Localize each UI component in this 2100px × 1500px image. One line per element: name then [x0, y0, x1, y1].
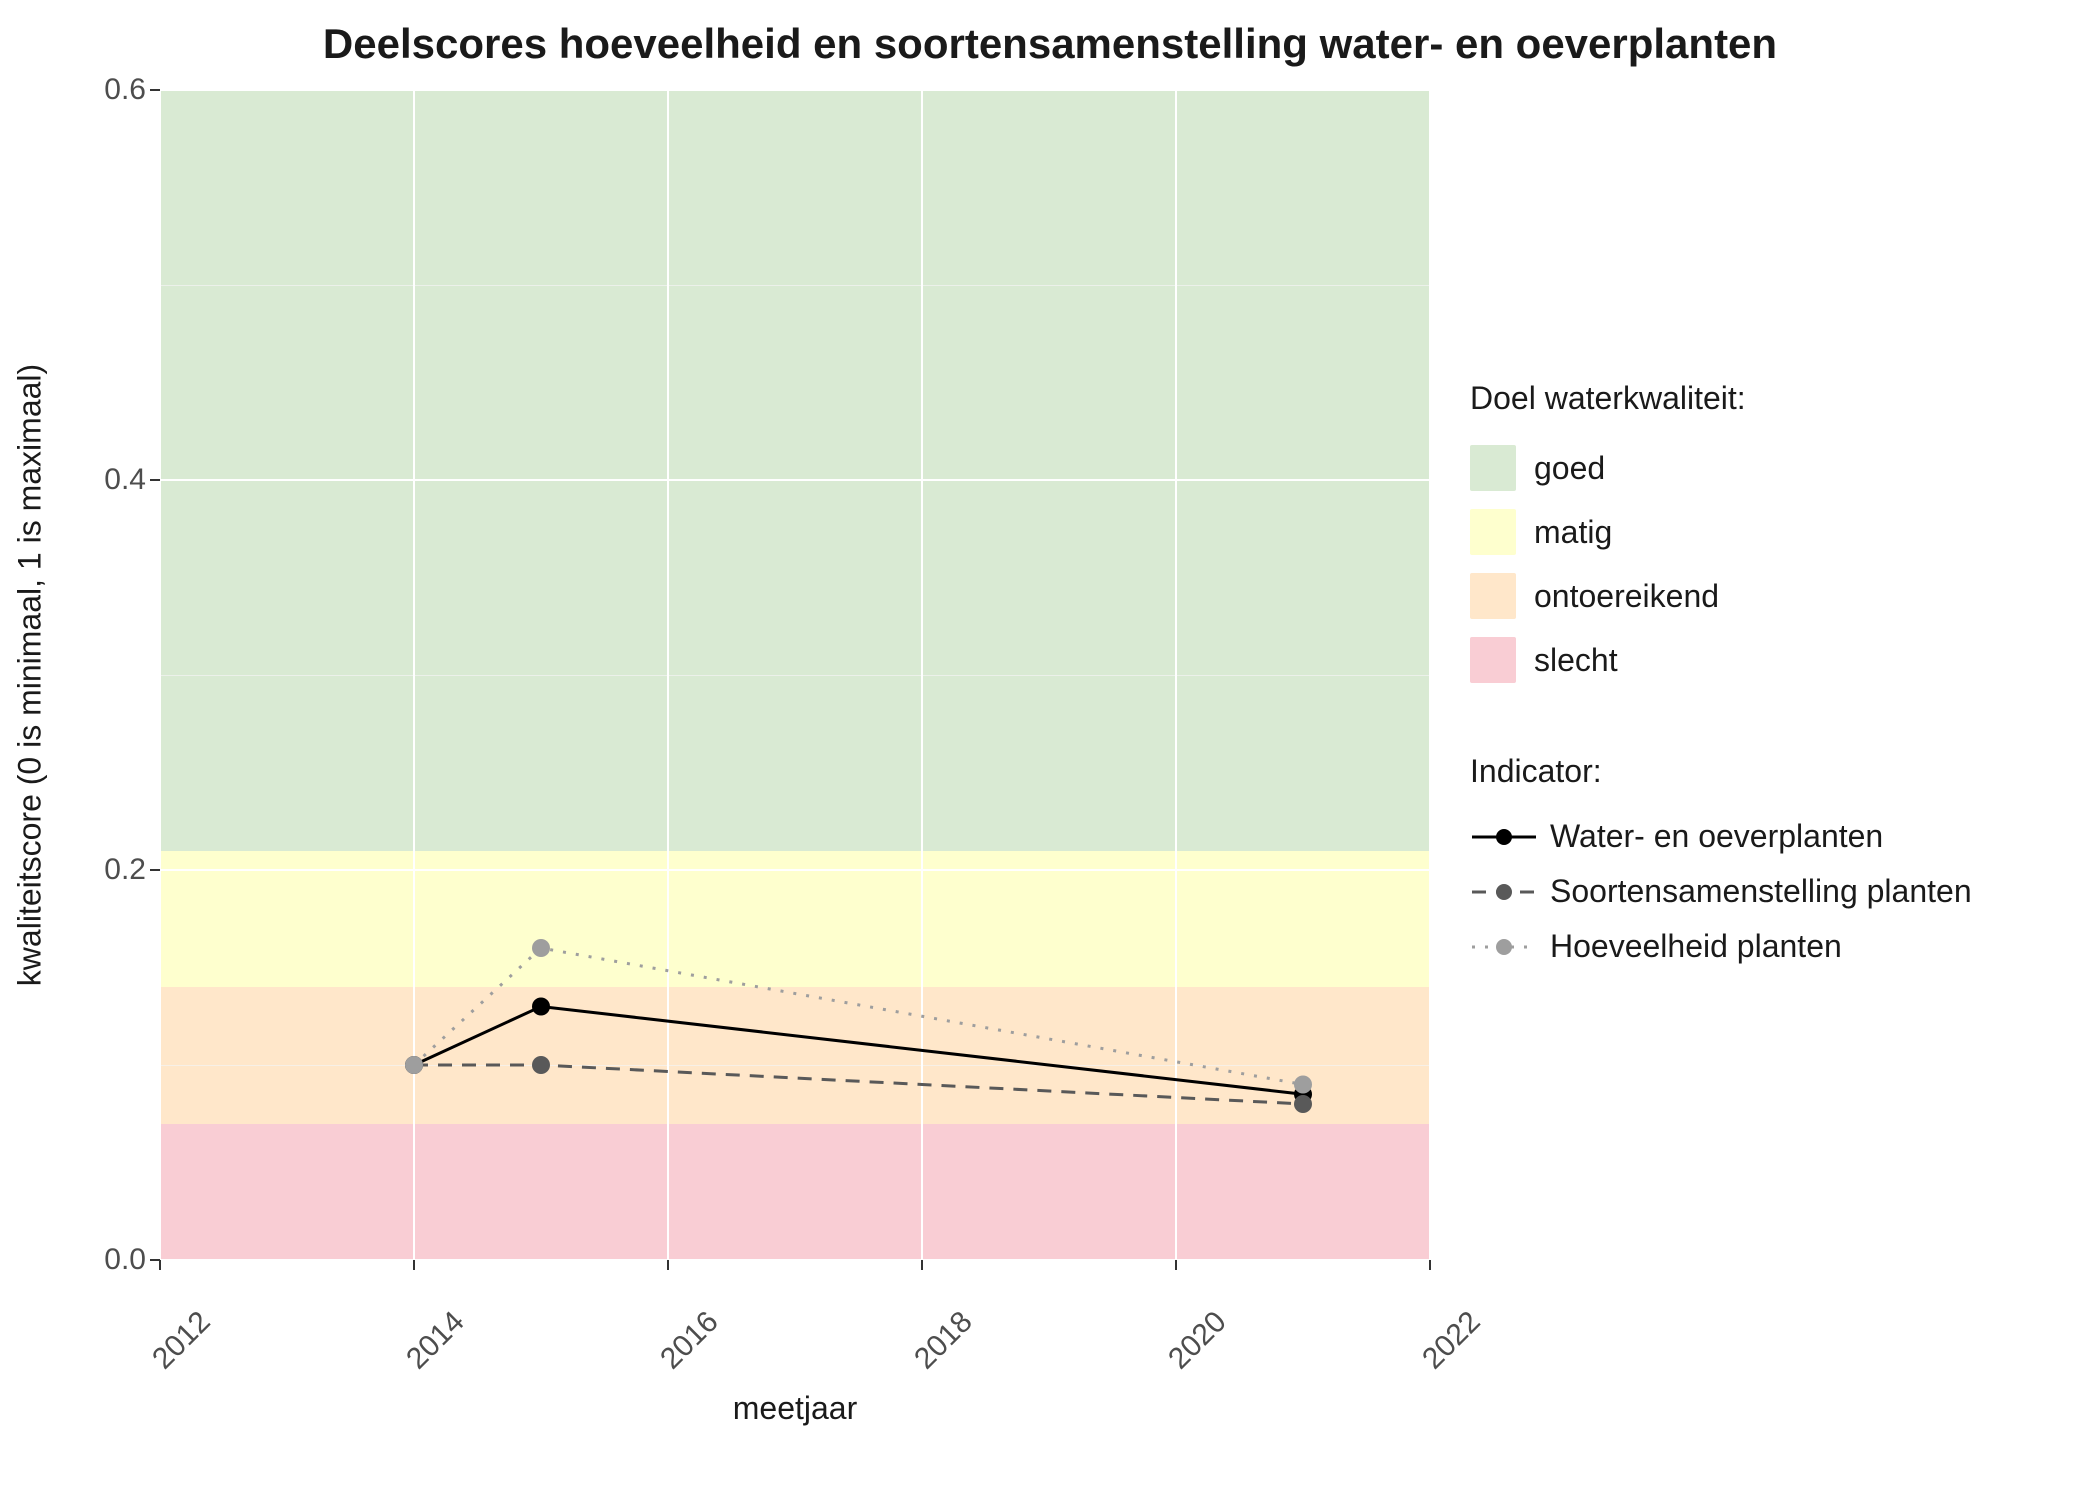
x-tick-label: 2020 — [1162, 1305, 1233, 1376]
legend-quality-title: Doel waterkwaliteit: — [1470, 380, 2070, 417]
legend-swatch — [1470, 637, 1516, 683]
x-tick-mark — [159, 1260, 161, 1270]
legend-indicator-block: Indicator: Water- en oeverplanten Soorten… — [1470, 753, 2070, 965]
x-tick-mark — [921, 1260, 923, 1270]
x-tick-label: 2016 — [654, 1305, 725, 1376]
legend-quality-block: Doel waterkwaliteit: goed matig ontoereike… — [1470, 380, 2070, 683]
legend-label: Water- en oeverplanten — [1550, 818, 1883, 855]
legend-quality-item: goed — [1470, 445, 2070, 491]
y-axis: 0.00.20.40.6 kwaliteitscore (0 is minima… — [0, 90, 160, 1260]
legend-swatch — [1470, 573, 1516, 619]
legend-label: slecht — [1534, 642, 1618, 679]
legend-indicator-title: Indicator: — [1470, 753, 2070, 790]
legend: Doel waterkwaliteit: goed matig ontoereike… — [1470, 380, 2070, 1035]
legend-indicator-item: Hoeveelheid planten — [1470, 928, 2070, 965]
y-axis-title: kwaliteitscore (0 is minimaal, 1 is maxi… — [12, 364, 49, 986]
legend-line-icon — [1470, 874, 1538, 910]
x-tick-label: 2014 — [400, 1305, 471, 1376]
x-axis-title: meetjaar — [733, 1390, 858, 1427]
y-tick-label: 0.0 — [26, 1243, 146, 1277]
legend-swatch — [1470, 509, 1516, 555]
series-point — [532, 1056, 550, 1074]
x-tick-label: 2018 — [908, 1305, 979, 1376]
series-point — [532, 939, 550, 957]
series-point — [1294, 1095, 1312, 1113]
plot-area — [160, 90, 1430, 1260]
series-point — [405, 1056, 423, 1074]
chart-title: Deelscores hoeveelheid en soortensamenst… — [0, 20, 2100, 68]
series-point — [1294, 1076, 1312, 1094]
legend-line-icon — [1470, 819, 1538, 855]
y-tick-mark — [150, 869, 160, 871]
chart-container: Deelscores hoeveelheid en soortensamenst… — [0, 0, 2100, 1500]
y-tick-mark — [150, 89, 160, 91]
legend-quality-item: matig — [1470, 509, 2070, 555]
x-tick-label: 2012 — [146, 1305, 217, 1376]
x-tick-mark — [1175, 1260, 1177, 1270]
x-tick-label: 2022 — [1416, 1305, 1487, 1376]
legend-label: goed — [1534, 450, 1605, 487]
legend-label: Hoeveelheid planten — [1550, 928, 1842, 965]
x-tick-mark — [667, 1260, 669, 1270]
legend-swatch — [1470, 445, 1516, 491]
legend-indicator-item: Soortensamenstelling planten — [1470, 873, 2070, 910]
legend-quality-item: slecht — [1470, 637, 2070, 683]
x-tick-mark — [413, 1260, 415, 1270]
x-tick-mark — [1429, 1260, 1431, 1270]
legend-label: Soortensamenstelling planten — [1550, 873, 1972, 910]
x-axis: 201220142016201820202022 meetjaar — [160, 1260, 1430, 1460]
y-tick-mark — [150, 479, 160, 481]
legend-line-icon — [1470, 929, 1538, 965]
series-point — [532, 998, 550, 1016]
legend-indicator-item: Water- en oeverplanten — [1470, 818, 2070, 855]
legend-label: matig — [1534, 514, 1612, 551]
legend-quality-item: ontoereikend — [1470, 573, 2070, 619]
legend-label: ontoereikend — [1534, 578, 1719, 615]
chart-lines — [160, 90, 1430, 1260]
y-tick-label: 0.6 — [26, 73, 146, 107]
